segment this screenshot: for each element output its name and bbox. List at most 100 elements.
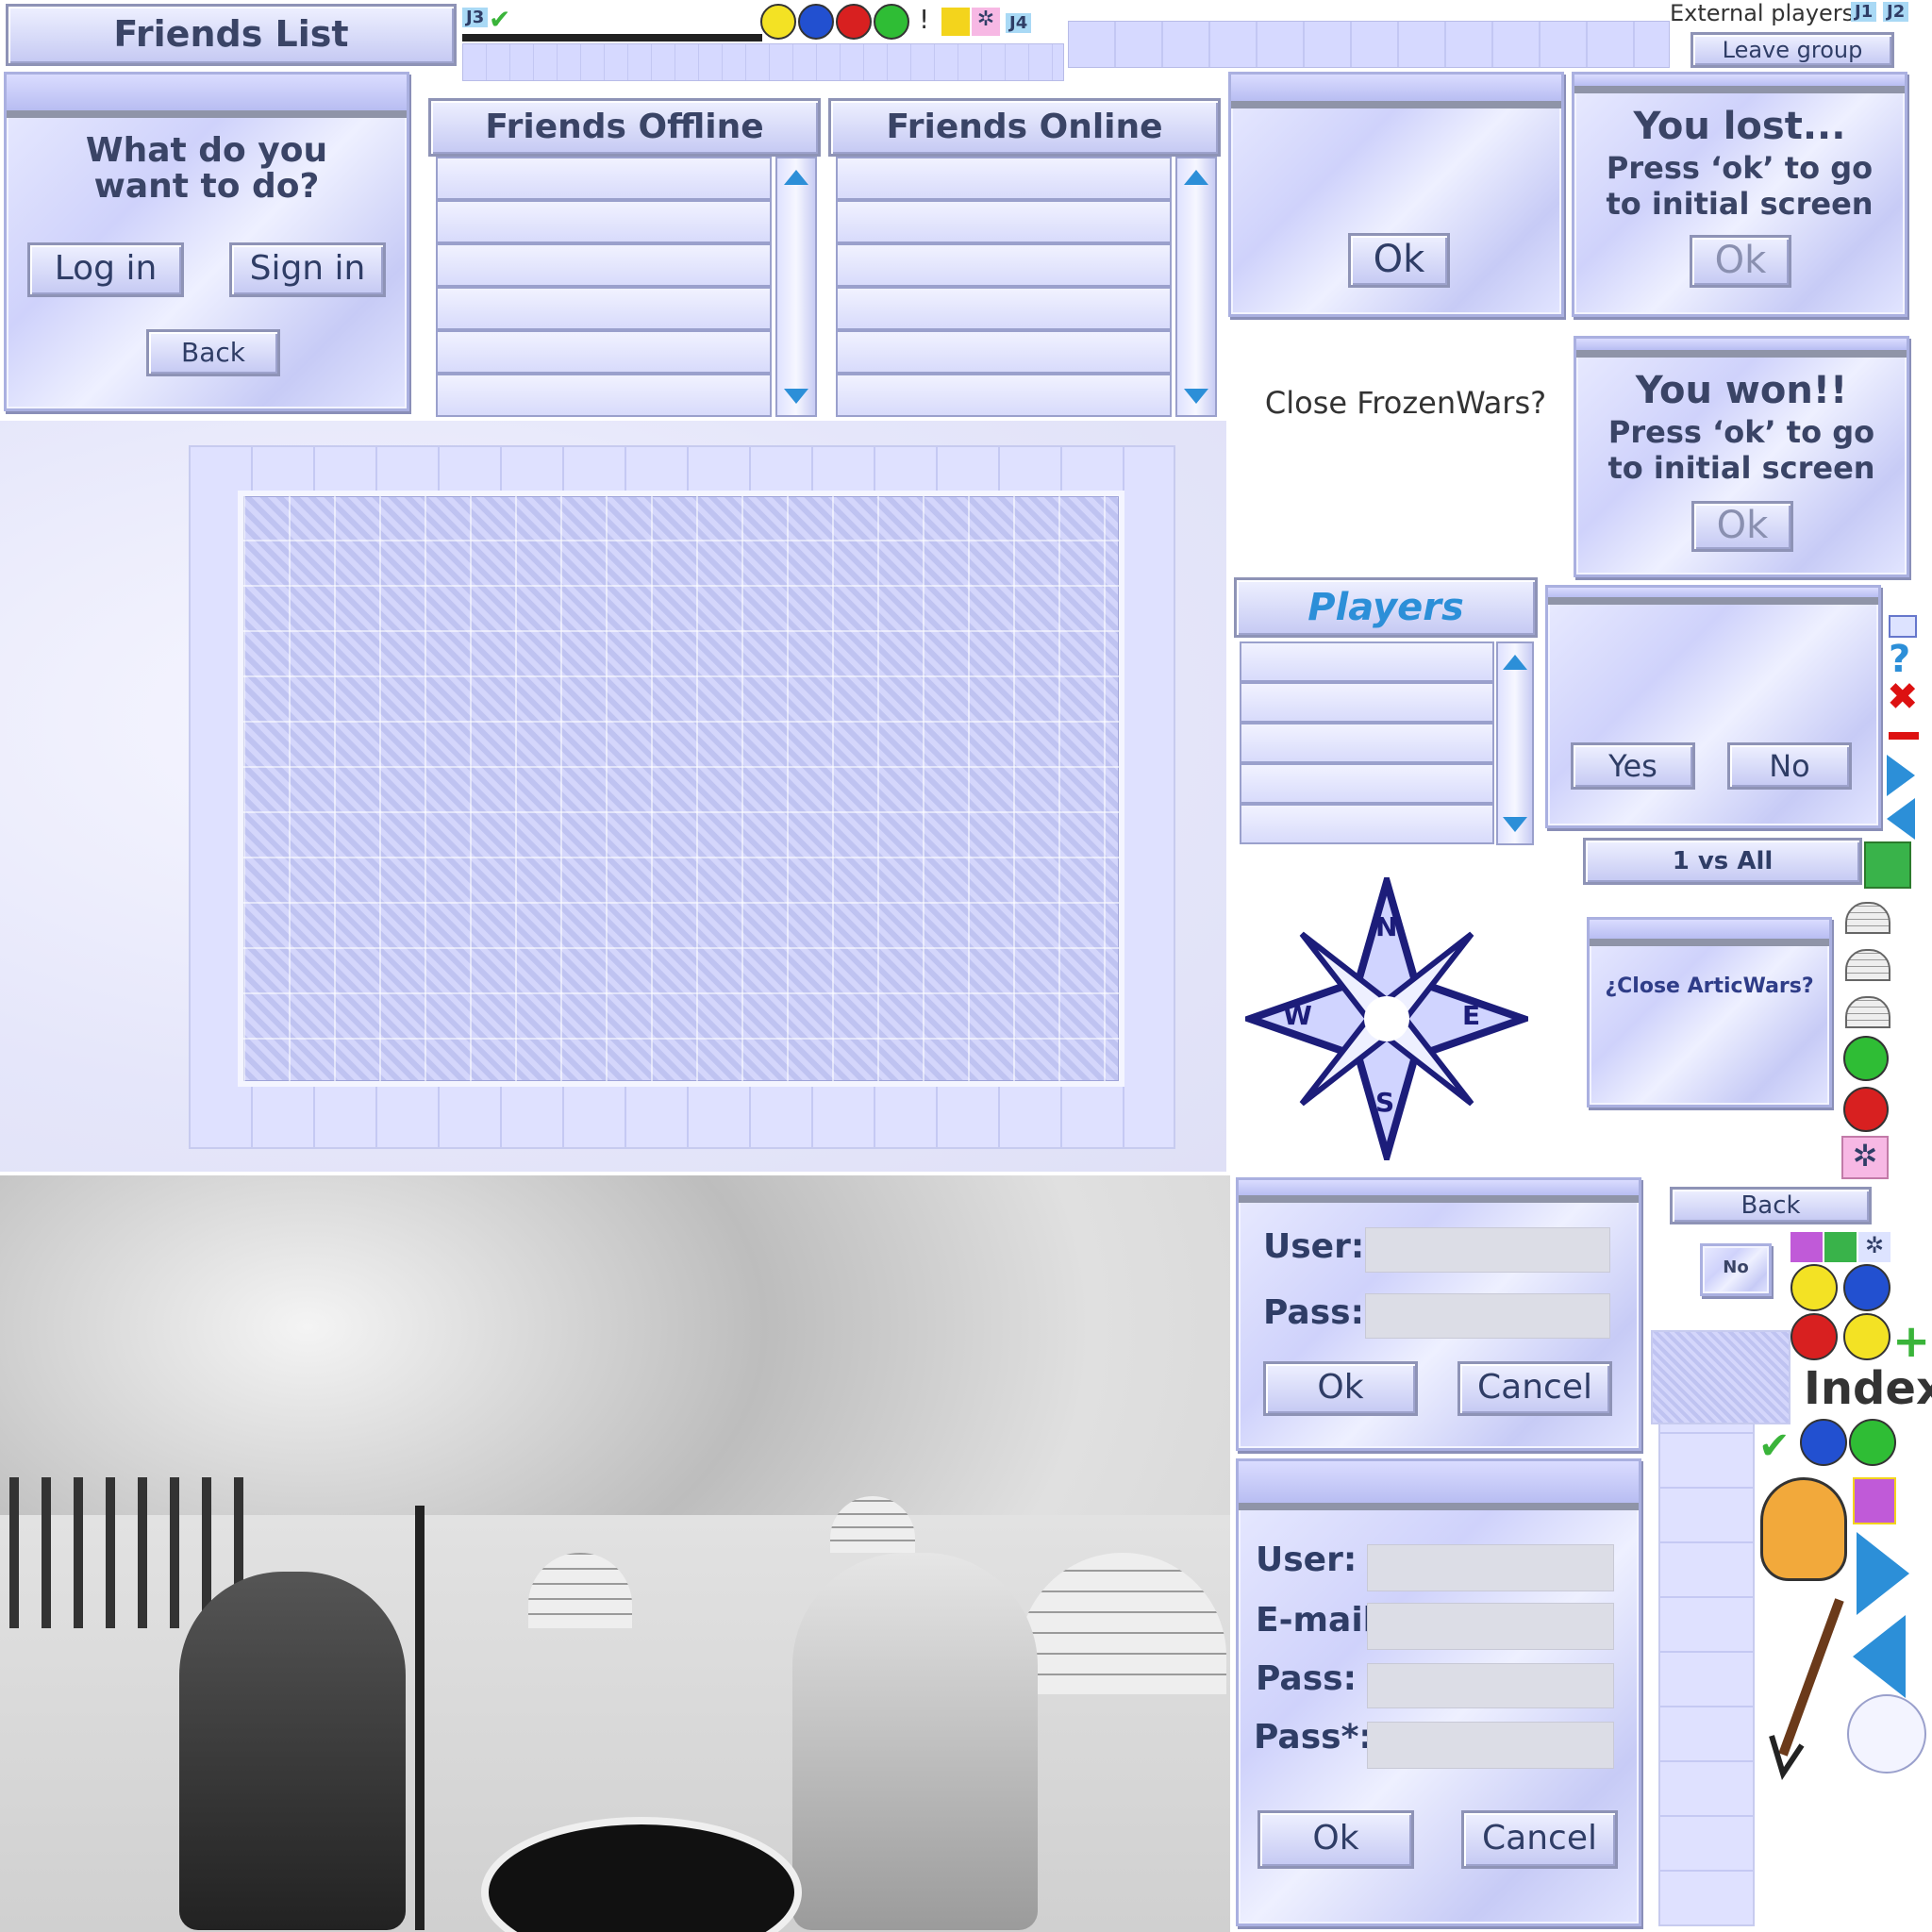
friends-online-list[interactable] <box>836 157 1172 417</box>
igloo-icon <box>1845 902 1890 934</box>
hammer-icon <box>941 8 970 36</box>
list-item[interactable] <box>436 200 772 243</box>
friends-online-title: Friends Online <box>886 108 1163 146</box>
list-item[interactable] <box>836 374 1172 417</box>
scroll-up-icon[interactable] <box>784 170 808 185</box>
arrows-icon: ✲ <box>1858 1232 1890 1262</box>
login-button[interactable]: Log in <box>27 242 184 297</box>
list-item[interactable] <box>1240 641 1494 682</box>
login-ok-label: Ok <box>1317 1368 1364 1407</box>
players-panel: Players <box>1234 577 1538 853</box>
powerup-icon <box>1853 1477 1896 1524</box>
no-button[interactable]: No <box>1727 742 1852 790</box>
won-dialog-header <box>1576 339 1907 358</box>
minimize-icon[interactable] <box>1889 732 1919 740</box>
list-item[interactable] <box>436 243 772 287</box>
list-item[interactable] <box>836 330 1172 374</box>
ok-dialog-button[interactable]: Ok <box>1348 233 1450 288</box>
friends-list-titlebar: Friends List <box>6 4 457 66</box>
register-pass-confirm-field[interactable] <box>1367 1722 1614 1769</box>
won-message: Press ‘ok’ to go to initial screen <box>1607 414 1875 486</box>
list-item[interactable] <box>836 157 1172 200</box>
arrow-right-icon[interactable] <box>1887 755 1915 796</box>
close-artic-header <box>1590 920 1829 946</box>
game-board-grid[interactable] <box>238 491 1124 1087</box>
friends-online-panel: Friends Online <box>828 98 1221 417</box>
list-item[interactable] <box>1240 682 1494 723</box>
scroll-down-icon[interactable] <box>1503 817 1527 832</box>
lost-ok-button[interactable]: Ok <box>1690 235 1791 288</box>
scroll-down-icon[interactable] <box>784 389 808 404</box>
register-user-field[interactable] <box>1367 1544 1614 1591</box>
players-list[interactable] <box>1240 641 1494 845</box>
login-dialog: User: Pass: Ok Cancel <box>1236 1177 1641 1451</box>
list-item[interactable] <box>1240 723 1494 763</box>
list-item[interactable] <box>1240 804 1494 844</box>
login-pass-field[interactable] <box>1365 1293 1610 1339</box>
signin-button[interactable]: Sign in <box>229 242 386 297</box>
yes-button[interactable]: Yes <box>1571 742 1695 790</box>
friends-list-title: Friends List <box>113 13 349 55</box>
compass-w: W <box>1283 1000 1312 1031</box>
arrows-icon: ✲ <box>1841 1136 1889 1179</box>
friends-offline-title: Friends Offline <box>485 108 764 146</box>
list-item[interactable] <box>436 287 772 330</box>
arrow-left-icon[interactable] <box>1887 798 1915 840</box>
login-cancel-button[interactable]: Cancel <box>1457 1361 1612 1416</box>
arrow-right-icon[interactable] <box>1857 1532 1909 1615</box>
yes-no-dialog: Yes No <box>1545 585 1881 828</box>
players-title: Players <box>1307 586 1464 629</box>
won-ok-button[interactable]: Ok <box>1691 501 1793 552</box>
friends-offline-scrollbar[interactable] <box>775 157 817 417</box>
green-bird-icon <box>874 4 909 40</box>
side-back-label: Back <box>1740 1191 1801 1220</box>
compass-e: E <box>1462 1000 1481 1031</box>
login-ok-button[interactable]: Ok <box>1263 1361 1418 1416</box>
list-item[interactable] <box>836 200 1172 243</box>
hammer-icon[interactable] <box>1864 841 1911 889</box>
leave-group-label: Leave group <box>1722 37 1863 63</box>
login-user-field[interactable] <box>1365 1227 1610 1273</box>
arrow-left-icon[interactable] <box>1853 1615 1906 1698</box>
register-cancel-button[interactable]: Cancel <box>1461 1810 1618 1869</box>
mode-selector[interactable]: 1 vs All <box>1583 838 1862 885</box>
arrows-icon: ✲ <box>972 8 1000 36</box>
leave-group-button[interactable]: Leave group <box>1690 32 1894 68</box>
plus-icon[interactable]: + <box>1892 1315 1930 1368</box>
list-item[interactable] <box>436 157 772 200</box>
tile-strip-2 <box>1068 21 1670 68</box>
close-artic-text: ¿Close ArticWars? <box>1605 974 1814 998</box>
scroll-down-icon[interactable] <box>1184 389 1208 404</box>
menu-back-button[interactable]: Back <box>146 329 280 376</box>
list-item[interactable] <box>436 374 772 417</box>
index-label: Index <box>1804 1362 1932 1415</box>
lost-title: You lost... <box>1633 105 1846 148</box>
no-label: No <box>1769 748 1810 784</box>
list-item[interactable] <box>836 287 1172 330</box>
register-email-field[interactable] <box>1367 1603 1614 1650</box>
ok-dialog: Ok <box>1228 72 1564 317</box>
igloo-icon <box>1845 949 1890 981</box>
friends-offline-header: Friends Offline <box>428 98 821 157</box>
scroll-up-icon[interactable] <box>1184 170 1208 185</box>
side-back-button[interactable]: Back <box>1670 1187 1872 1224</box>
red-bird-icon <box>1843 1087 1889 1132</box>
won-dialog: You won!! Press ‘ok’ to go to initial sc… <box>1574 336 1909 577</box>
list-item[interactable] <box>436 330 772 374</box>
no-mini-dialog[interactable]: No <box>1700 1243 1772 1296</box>
yes-no-header <box>1548 588 1878 605</box>
register-ok-button[interactable]: Ok <box>1257 1810 1414 1869</box>
lost-dialog: You lost... Press ‘ok’ to go to initial … <box>1572 72 1907 317</box>
register-pass-field[interactable] <box>1367 1663 1614 1708</box>
menu-dialog-header <box>7 75 407 118</box>
scroll-up-icon[interactable] <box>1503 655 1527 670</box>
friends-offline-list[interactable] <box>436 157 772 417</box>
friends-online-scrollbar[interactable] <box>1175 157 1217 417</box>
friends-online-header: Friends Online <box>828 98 1221 157</box>
list-item[interactable] <box>1240 763 1494 804</box>
close-icon[interactable]: ✖ <box>1887 675 1919 719</box>
penguin-mascot-icon <box>1760 1477 1847 1581</box>
players-scrollbar[interactable] <box>1496 641 1534 845</box>
list-item[interactable] <box>836 243 1172 287</box>
yellow-bird-icon <box>760 4 796 40</box>
